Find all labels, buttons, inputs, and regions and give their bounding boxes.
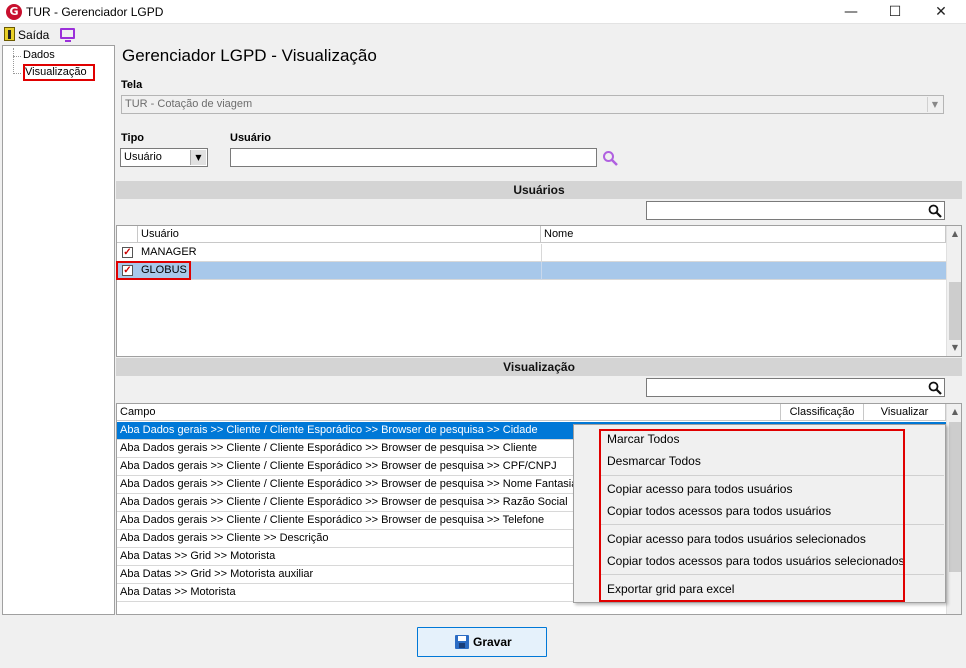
grid-column-visualizar[interactable]: Visualizar	[864, 404, 946, 421]
menu-bar: Saída	[0, 25, 966, 44]
close-button[interactable]: ✕	[918, 0, 964, 24]
usuarios-scrollbar[interactable]: ▲ ▼	[946, 226, 961, 356]
column-divider	[541, 262, 542, 280]
menu-exit[interactable]: Saída	[18, 28, 49, 42]
tipo-select-value: Usuário	[124, 151, 162, 163]
minimize-button[interactable]: —	[828, 0, 874, 24]
usuario-input[interactable]	[230, 148, 597, 167]
column-divider	[541, 244, 542, 262]
title-bar: G TUR - Gerenciador LGPD — ☐ ✕	[0, 0, 966, 24]
page-title: Gerenciador LGPD - Visualização	[122, 46, 377, 65]
table-row[interactable]: ✓ GLOBUS	[117, 262, 946, 280]
chevron-down-icon[interactable]: ▼	[927, 97, 942, 112]
grid-column-classificacao[interactable]: Classificação	[781, 404, 864, 421]
tree-highlight	[23, 64, 95, 81]
tree-item-dados[interactable]: Dados	[23, 49, 55, 61]
usuarios-grid: Usuário Nome ✓ MANAGER ✓ GLOBUS ▲ ▼	[116, 225, 962, 357]
tela-label: Tela	[121, 79, 143, 91]
search-icon[interactable]	[928, 204, 942, 218]
app-logo-icon: G	[6, 4, 22, 20]
search-icon[interactable]	[928, 381, 942, 395]
tree-connector	[13, 56, 21, 57]
tree-connector	[13, 73, 21, 74]
window-title: TUR - Gerenciador LGPD	[26, 5, 164, 19]
grid-column-nome[interactable]: Nome	[541, 226, 946, 243]
scroll-up-icon[interactable]: ▲	[948, 404, 961, 420]
save-button-label: Gravar	[473, 635, 512, 649]
usuarios-filter-input[interactable]	[646, 201, 945, 220]
row-checkbox[interactable]: ✓	[122, 247, 133, 258]
chevron-down-icon[interactable]: ▼	[190, 150, 206, 165]
floppy-disk-icon	[455, 635, 469, 649]
usuario-label: Usuário	[230, 132, 271, 144]
save-button[interactable]: Gravar	[417, 627, 547, 657]
usuarios-section-header: Usuários	[116, 181, 962, 199]
row-usuario: MANAGER	[141, 246, 197, 258]
visualizacao-section-header: Visualização	[116, 358, 962, 376]
visualizacao-filter-input[interactable]	[646, 378, 945, 397]
grid-column-check	[117, 226, 138, 243]
scroll-thumb[interactable]	[949, 282, 961, 340]
selected-row-highlight	[116, 261, 191, 280]
tela-select-value: TUR - Cotação de viagem	[125, 98, 253, 110]
tipo-select[interactable]: Usuário ▼	[120, 148, 208, 167]
navigation-tree: Dados Visualização	[2, 45, 115, 615]
scroll-thumb[interactable]	[949, 422, 961, 572]
search-icon[interactable]	[602, 150, 618, 166]
context-menu-highlight	[599, 429, 905, 602]
scroll-up-icon[interactable]: ▲	[948, 226, 961, 242]
scroll-down-icon[interactable]: ▼	[948, 340, 961, 356]
tipo-label: Tipo	[121, 132, 145, 144]
monitor-icon[interactable]	[60, 28, 75, 42]
exit-door-icon[interactable]	[4, 27, 15, 41]
tree-connector	[13, 48, 14, 74]
visualizacao-scrollbar[interactable]: ▲	[946, 404, 961, 614]
grid-column-campo[interactable]: Campo	[117, 404, 781, 421]
tela-select[interactable]: TUR - Cotação de viagem ▼	[121, 95, 944, 114]
maximize-button[interactable]: ☐	[872, 0, 918, 24]
table-row[interactable]: ✓ MANAGER	[117, 244, 946, 262]
grid-column-usuario[interactable]: Usuário	[138, 226, 541, 243]
